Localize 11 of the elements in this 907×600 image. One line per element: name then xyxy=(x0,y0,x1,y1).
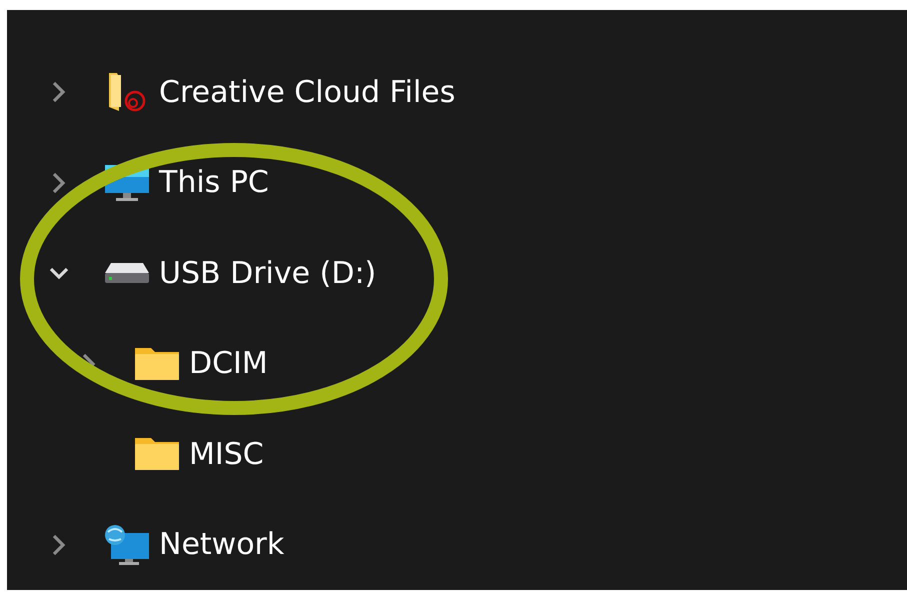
tree-item[interactable]: Network xyxy=(159,527,284,562)
folder-icon xyxy=(135,348,179,380)
folder-icon xyxy=(135,438,179,470)
drive-icon xyxy=(105,263,149,284)
folder-with-cloud-icon xyxy=(107,71,147,114)
globe-monitor-icon xyxy=(105,524,149,565)
tree-item[interactable]: MISC xyxy=(189,436,264,472)
tree-item[interactable]: Creative Cloud Files xyxy=(159,74,456,110)
tree-item[interactable]: USB Drive (D:) xyxy=(159,256,376,291)
tree-item[interactable]: DCIM xyxy=(189,346,268,382)
tree-item[interactable]: This PC xyxy=(159,165,269,200)
